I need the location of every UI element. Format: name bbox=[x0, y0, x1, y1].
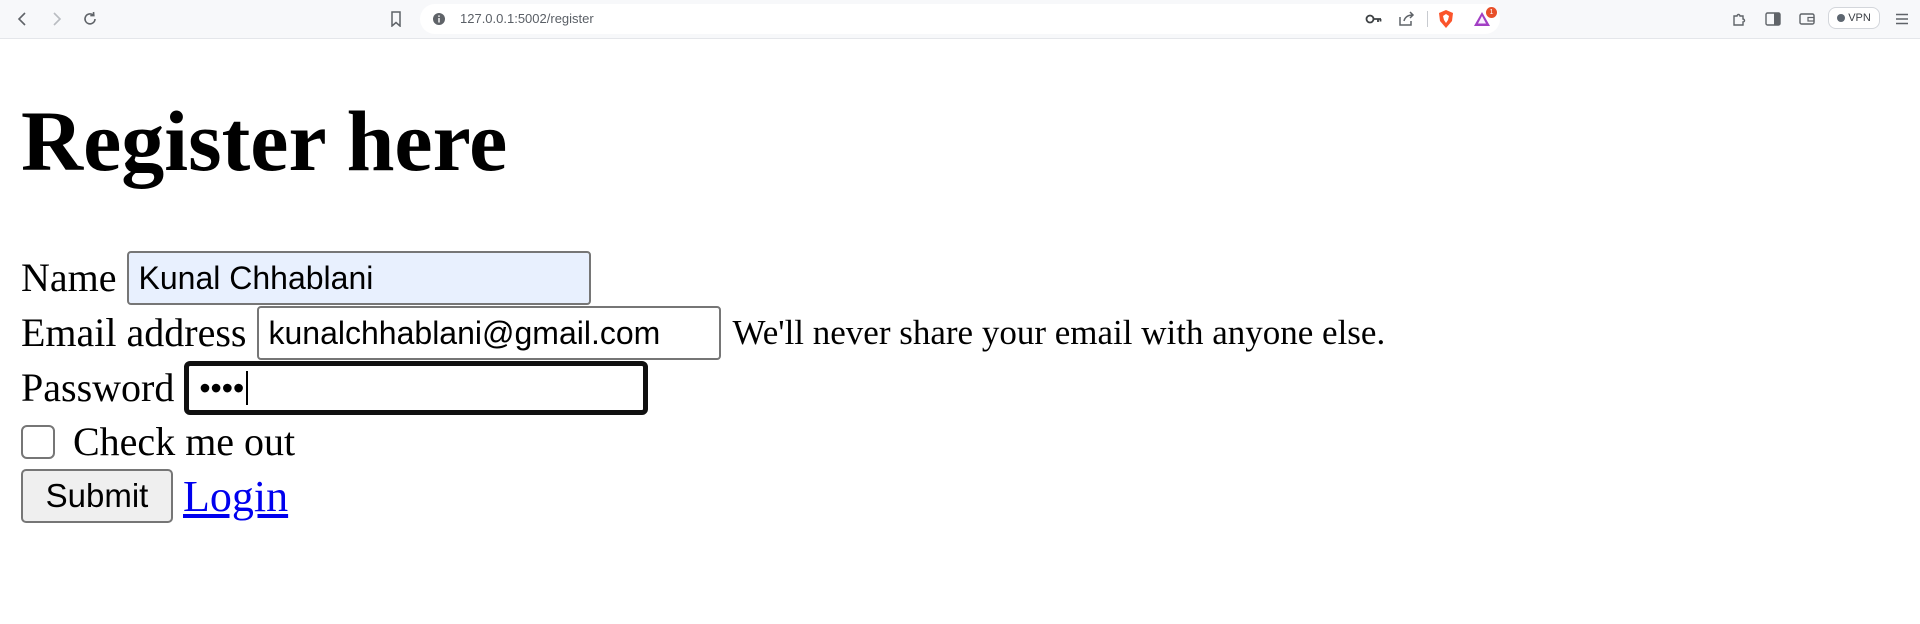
share-icon[interactable] bbox=[1398, 11, 1416, 32]
bookmark-icon[interactable] bbox=[383, 6, 409, 32]
check-me-out-checkbox[interactable] bbox=[21, 425, 55, 459]
back-arrow-icon[interactable] bbox=[10, 6, 36, 32]
brave-shields-icon[interactable] bbox=[1437, 9, 1455, 34]
menu-icon[interactable] bbox=[1889, 6, 1915, 32]
login-link[interactable]: Login bbox=[183, 471, 288, 522]
extensions-icon[interactable] bbox=[1726, 6, 1752, 32]
sidebar-icon[interactable] bbox=[1760, 6, 1786, 32]
name-input[interactable]: Kunal Chhablani bbox=[126, 251, 591, 305]
password-input[interactable]: •••• bbox=[184, 361, 649, 415]
email-label: Email address bbox=[21, 310, 247, 355]
actions-row: Submit Login bbox=[21, 469, 288, 523]
email-row: Email address kunalchhablani@gmail.com W… bbox=[21, 306, 1385, 360]
password-label: Password bbox=[21, 365, 175, 410]
email-help-text: We'll never share your email with anyone… bbox=[732, 313, 1386, 352]
forward-arrow-icon[interactable] bbox=[43, 6, 69, 32]
toolbar-divider bbox=[1427, 11, 1428, 27]
password-row: Password •••• bbox=[21, 361, 649, 415]
password-masked-value: •••• bbox=[199, 369, 245, 406]
page-title: Register here bbox=[21, 93, 508, 189]
address-bar[interactable]: 127.0.0.1:5002/register bbox=[420, 4, 1500, 34]
email-input[interactable]: kunalchhablani@gmail.com bbox=[256, 306, 721, 360]
checkbox-row: Check me out bbox=[11, 422, 305, 462]
site-info-icon[interactable] bbox=[432, 12, 446, 31]
reload-icon[interactable] bbox=[77, 6, 103, 32]
notification-badge: 1 bbox=[1486, 7, 1497, 18]
vpn-label: VPN bbox=[1848, 12, 1871, 24]
browser-toolbar: 127.0.0.1:5002/register 1 VPN bbox=[0, 0, 1920, 39]
name-label: Name bbox=[21, 255, 117, 300]
vpn-button[interactable]: VPN bbox=[1828, 7, 1880, 29]
key-icon[interactable] bbox=[1365, 12, 1383, 31]
vpn-status-icon bbox=[1837, 14, 1846, 22]
checkbox-label[interactable]: Check me out bbox=[73, 422, 295, 462]
url-text: 127.0.0.1:5002/register bbox=[460, 11, 594, 26]
name-row: Name Kunal Chhablani bbox=[21, 251, 591, 305]
text-caret bbox=[246, 371, 249, 405]
submit-button[interactable]: Submit bbox=[21, 469, 173, 523]
wallet-icon[interactable] bbox=[1794, 6, 1820, 32]
